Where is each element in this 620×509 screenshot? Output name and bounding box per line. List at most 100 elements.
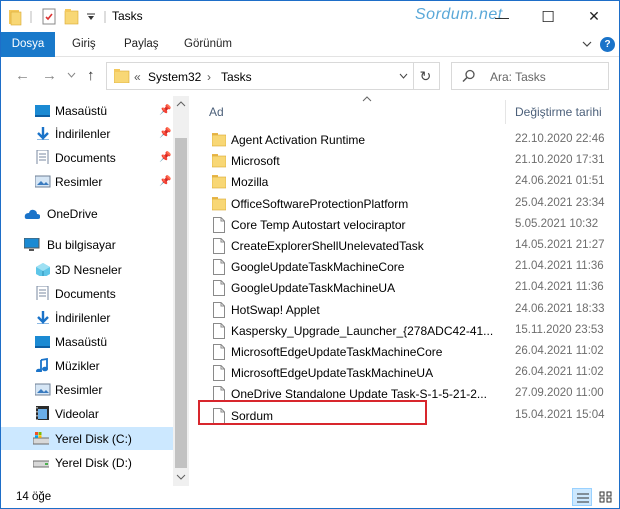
file-date: 15.11.2020 23:53	[515, 323, 604, 336]
file-name: Kaspersky_Upgrade_Launcher_{278ADC42-41.…	[231, 323, 493, 338]
properties-icon[interactable]	[42, 8, 58, 26]
breadcrumb-tasks[interactable]: Tasks	[221, 70, 252, 84]
item-count: 14 öğe	[16, 491, 52, 503]
separator-icon	[30, 11, 32, 23]
file-row[interactable]: Microsoft 21.10.2020 17:31	[206, 150, 619, 171]
file-date: 24.06.2021 01:51	[515, 175, 605, 188]
file-date: 27.09.2020 11:00	[515, 387, 604, 400]
expand-ribbon-icon[interactable]	[582, 41, 592, 48]
sidebar-item-label: Documents	[55, 150, 116, 165]
back-arrow-icon[interactable]: ←	[15, 67, 30, 84]
file-row[interactable]: CreateExplorerShellUnelevatedTask 14.05.2…	[206, 235, 619, 256]
tab-home[interactable]: Giriş	[72, 32, 96, 57]
file-date: 24.06.2021 18:33	[515, 302, 605, 315]
quick-access-pictures[interactable]: Resimler 📌	[1, 170, 173, 193]
details-view-icon[interactable]	[572, 488, 592, 506]
sidebar-item-onedrive[interactable]: OneDrive	[1, 202, 173, 225]
customize-quick-access-icon[interactable]	[87, 13, 96, 31]
forward-arrow-icon[interactable]: →	[42, 67, 57, 84]
breadcrumb-system32[interactable]: System32	[148, 70, 201, 84]
documents-icon	[36, 150, 49, 164]
file-name: Core Temp Autostart velociraptor	[231, 217, 406, 232]
address-bar[interactable]: « System32 › Tasks ↻	[106, 62, 440, 90]
navigation-scrollbar[interactable]	[173, 96, 189, 486]
column-date-modified[interactable]: Değiştirme tarihi	[515, 105, 602, 119]
file-row[interactable]: MicrosoftEdgeUpdateTaskMachineUA 26.04.20…	[206, 362, 619, 383]
file-date: 21.04.2021 11:36	[515, 260, 604, 273]
refresh-icon[interactable]: ↻	[413, 63, 437, 89]
help-icon[interactable]: ?	[600, 37, 615, 52]
status-bar: 14 öğe	[1, 486, 619, 508]
path-overflow[interactable]: «	[134, 70, 141, 84]
file-date: 5.05.2021 10:32	[515, 217, 599, 230]
maximize-button[interactable]: ☐	[525, 1, 571, 32]
sidebar-item-3d-objects[interactable]: 3D Nesneler	[1, 258, 173, 281]
music-icon	[36, 358, 48, 372]
file-icon	[213, 344, 225, 360]
file-row[interactable]: OfficeSoftwareProtectionPlatform 25.04.20…	[206, 193, 619, 214]
sidebar-item-label: Videolar	[55, 406, 99, 421]
quick-access-downloads[interactable]: İndirilenler 📌	[1, 122, 173, 145]
disk-d-icon	[33, 460, 49, 468]
close-button[interactable]: ✕	[571, 1, 617, 32]
file-row[interactable]: HotSwap! Applet 24.06.2021 18:33	[206, 299, 619, 320]
file-name: OfficeSoftwareProtectionPlatform	[231, 196, 409, 211]
file-row[interactable]: Agent Activation Runtime 22.10.2020 22:46	[206, 129, 619, 150]
pin-icon[interactable]: 📌	[159, 128, 171, 139]
3d-objects-icon	[36, 263, 50, 276]
scrollbar-thumb[interactable]	[175, 138, 187, 468]
file-date: 15.04.2021 15:04	[515, 408, 605, 421]
file-row[interactable]: Core Temp Autostart velociraptor 5.05.202…	[206, 214, 619, 235]
file-row[interactable]: GoogleUpdateTaskMachineUA 21.04.2021 11:3…	[206, 277, 619, 298]
sidebar-item-label: Yerel Disk (C:)	[55, 431, 132, 446]
file-name: GoogleUpdateTaskMachineUA	[231, 281, 396, 296]
new-folder-icon[interactable]	[64, 8, 80, 26]
column-name[interactable]: Ad	[209, 105, 224, 119]
sidebar-item-desktop[interactable]: Masaüstü	[1, 330, 173, 353]
file-row[interactable]: Kaspersky_Upgrade_Launcher_{278ADC42-41.…	[206, 320, 619, 341]
sidebar-item-downloads[interactable]: İndirilenler	[1, 306, 173, 329]
sidebar-item-videos[interactable]: Videolar	[1, 402, 173, 425]
file-row[interactable]: GoogleUpdateTaskMachineCore 21.04.2021 11…	[206, 256, 619, 277]
up-arrow-icon[interactable]: ↑	[87, 67, 95, 84]
pin-icon[interactable]: 📌	[159, 152, 171, 163]
sidebar-item-disk-d[interactable]: Yerel Disk (D:)	[1, 451, 173, 474]
column-divider[interactable]	[505, 100, 506, 124]
desktop-icon	[35, 105, 50, 117]
file-row[interactable]: MicrosoftEdgeUpdateTaskMachineCore 26.04.…	[206, 341, 619, 362]
sidebar-item-label: Documents	[55, 286, 116, 301]
download-icon	[37, 127, 49, 140]
sidebar-item-label: Resimler	[55, 382, 103, 397]
tab-file[interactable]: Dosya	[1, 32, 55, 57]
search-placeholder[interactable]: Ara: Tasks	[490, 70, 546, 84]
search-box[interactable]: Ara: Tasks	[451, 62, 609, 90]
file-row[interactable]: Mozilla 24.06.2021 01:51	[206, 171, 619, 192]
scroll-down-icon[interactable]	[176, 474, 186, 480]
file-icon	[213, 238, 225, 254]
file-date: 21.10.2020 17:31	[515, 154, 605, 167]
sidebar-item-documents[interactable]: Documents	[1, 282, 173, 305]
pin-icon[interactable]: 📌	[159, 176, 171, 187]
sidebar-item-disk-c[interactable]: Yerel Disk (C:)	[1, 427, 173, 450]
address-dropdown-icon[interactable]	[399, 73, 408, 79]
window-title: Tasks	[112, 9, 143, 23]
sidebar-item-this-pc[interactable]: Bu bilgisayar	[1, 233, 173, 256]
quick-access-desktop[interactable]: Masaüstü 📌	[1, 99, 173, 122]
breadcrumb-separator[interactable]: ›	[207, 70, 211, 84]
sidebar-item-label: OneDrive	[47, 206, 98, 221]
tab-view[interactable]: Görünüm	[184, 32, 232, 57]
file-date: 26.04.2021 11:02	[515, 366, 604, 379]
large-icons-view-icon[interactable]	[596, 488, 616, 506]
highlight-box	[198, 400, 427, 425]
quick-access-documents[interactable]: Documents 📌	[1, 146, 173, 169]
sidebar-item-pictures[interactable]: Resimler	[1, 378, 173, 401]
sidebar-item-music[interactable]: Müzikler	[1, 354, 173, 377]
minimize-button[interactable]: —	[479, 1, 525, 32]
file-icon	[213, 301, 225, 318]
tab-share[interactable]: Paylaş	[124, 32, 159, 57]
file-icon	[213, 322, 225, 339]
recent-locations-icon[interactable]	[67, 72, 76, 78]
pin-icon[interactable]: 📌	[159, 105, 171, 116]
file-name: Agent Activation Runtime	[231, 133, 366, 147]
scroll-up-icon[interactable]	[176, 101, 186, 107]
